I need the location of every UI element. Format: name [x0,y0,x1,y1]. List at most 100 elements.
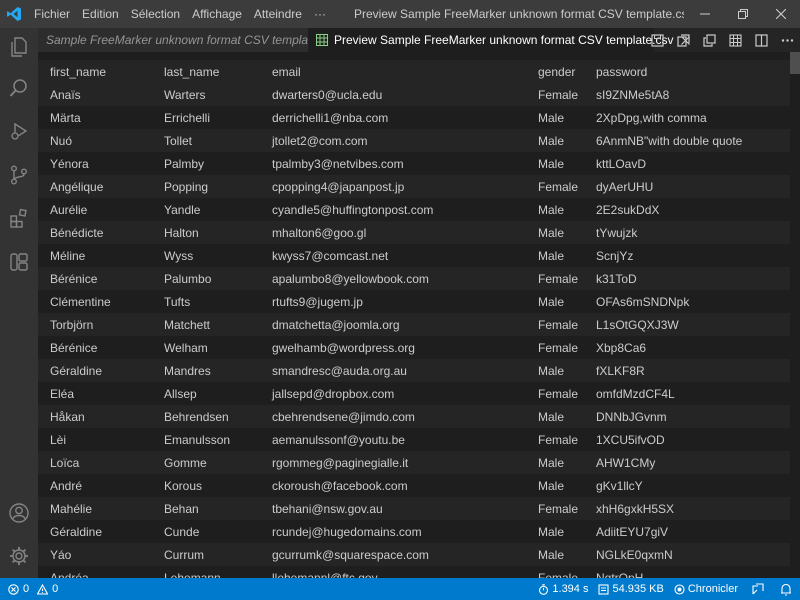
table-row[interactable]: Bérénice Palumbo apalumbo8@yellowbook.com F… [38,267,790,290]
explorer-button[interactable] [0,28,38,66]
stopwatch-icon [538,583,549,595]
cell-email: cpopping4@japanpost.jp [272,179,405,194]
restore-button[interactable] [724,0,762,28]
csv-preview: first_name last_name email gender passwo… [38,52,800,578]
cell-password: NqtrOpH [596,570,644,579]
minimize-button[interactable] [686,0,724,28]
cell-first-name: Yénora [50,156,89,171]
table-row[interactable]: Loïca Gomme rgommeg@paginegialle.it Male AHW… [38,451,790,474]
table-row[interactable]: Lèi Emanulsson aemanulssonf@youtu.be Female… [38,428,790,451]
filesize-value: 54.935 KB [612,583,664,595]
feedback-button[interactable] [743,578,772,600]
table-row[interactable]: Yáo Currum gcurrumk@squarespace.com Male NGL… [38,543,790,566]
table-row[interactable]: Clémentine Tufts rtufts9@jugem.jp Male OFAs6… [38,290,790,313]
column-header-last-name[interactable]: last_name [152,60,260,83]
table-row[interactable]: Géraldine Mandres smandresc@auda.org.au Mal… [38,359,790,382]
cell-last-name: Korous [164,478,203,493]
column-header-email[interactable]: email [260,60,526,83]
cell-email: tpalmby3@netvibes.com [272,156,404,171]
error-count: 0 [23,583,30,595]
table-row[interactable]: Bénédicte Halton mhalton6@goo.gl Male tYwujz… [38,221,790,244]
tab-preview-csv[interactable]: Preview Sample FreeMarker unknown format… [308,28,691,52]
menu-edition[interactable]: Edition [76,0,125,28]
run-debug-icon [11,122,28,140]
timing-indicator[interactable]: 1.394 s [533,578,593,600]
close-window-button[interactable] [762,0,800,28]
table-row[interactable]: Håkan Behrendsen cbehrendsene@jimdo.com Mal… [38,405,790,428]
source-control-button[interactable] [0,156,38,194]
notifications-button[interactable] [772,578,800,600]
remote-explorer-button[interactable] [0,243,38,281]
table-view-button[interactable] [722,28,748,52]
cell-email: rtufts9@jugem.jp [272,294,363,309]
table-row[interactable]: Anaïs Warters dwarters0@ucla.edu Female sI9Z… [38,83,790,106]
status-bar: 0 0 1.394 s 54.935 KB Chronicler [0,578,800,600]
cell-password: DNNbJGvnm [596,409,667,424]
table-row[interactable]: Méline Wyss kwyss7@comcast.net Male ScnjYz [38,244,790,267]
cell-password: tYwujzk [596,225,638,240]
more-actions-button[interactable] [774,28,800,52]
column-header-password[interactable]: password [584,60,790,83]
cell-gender: Female [538,501,579,516]
menu-fichier[interactable]: Fichier [28,0,76,28]
menu-more[interactable]: ··· [308,0,332,28]
table-row[interactable]: Géraldine Cunde rcundej@hugedomains.com Mal… [38,520,790,543]
problems-indicator[interactable]: 0 0 [0,583,58,595]
search-button[interactable] [0,69,38,107]
table-row[interactable]: Angélique Popping cpopping4@japanpost.jp Fe… [38,175,790,198]
cell-gender: Female [538,386,579,401]
csv-table: first_name last_name email gender passwo… [38,60,790,578]
vertical-scrollbar[interactable] [790,52,800,578]
column-header-first-name[interactable]: first_name [38,60,152,83]
editor-actions [644,28,800,52]
menu-selection[interactable]: Sélection [125,0,186,28]
split-editor-button[interactable] [748,28,774,52]
menu-affichage[interactable]: Affichage [186,0,248,28]
table-row[interactable]: Andréa Lehemann llehemannl@ftc.gov Female Nq… [38,566,790,578]
table-row[interactable]: Torbjörn Matchett dmatchetta@joomla.org Fem… [38,313,790,336]
save-action-button[interactable] [644,28,670,52]
cell-gender: Female [538,570,579,579]
record-icon [674,583,685,595]
cell-last-name: Behan [164,501,199,516]
manage-button[interactable] [0,537,38,575]
table-row[interactable]: Bérénice Welham gwelhamb@wordpress.org Fema… [38,336,790,359]
table-row[interactable]: Mahélie Behan tbehani@nsw.gov.au Female xhH6… [38,497,790,520]
cell-password: xhH6gxkH5SX [596,501,675,516]
filesize-indicator[interactable]: 54.935 KB [593,578,668,600]
open-changes-button[interactable] [670,28,696,52]
table-row[interactable]: Märta Errichelli derrichelli1@nba.com Male 2… [38,106,790,129]
window-controls [686,0,800,28]
table-row[interactable]: Nuó Tollet jtollet2@com.com Male 6AnmNB"with… [38,129,790,152]
run-debug-button[interactable] [0,112,38,150]
column-header-gender[interactable]: gender [526,60,584,83]
cell-password: 2E2sukDdX [596,202,660,217]
file-icon [598,583,610,595]
cell-email: rcundej@hugedomains.com [272,524,422,539]
cell-email: jallsepd@dropbox.com [272,386,395,401]
tab-template[interactable]: Sample FreeMarker unknown format CSV tem… [38,28,318,52]
table-row[interactable]: André Korous ckoroush@facebook.com Male gKv1… [38,474,790,497]
bell-icon [781,583,791,596]
cell-first-name: Clémentine [50,294,111,309]
copy-action-button[interactable] [696,28,722,52]
table-row[interactable]: Aurélie Yandle cyandle5@huffingtonpost.com… [38,198,790,221]
cell-first-name: Mahélie [50,501,93,516]
cell-last-name: Allsep [164,386,197,401]
account-icon [9,503,29,523]
cell-password: dyAerUHU [596,179,654,194]
table-row[interactable]: Eléa Allsep jallsepd@dropbox.com Female omfd… [38,382,790,405]
chronicler-button[interactable]: Chronicler [669,578,743,600]
menu-atteindre[interactable]: Atteindre [248,0,308,28]
cell-first-name: Géraldine [50,524,103,539]
scrollbar-thumb[interactable] [790,52,800,74]
cell-last-name: Emanulsson [164,432,231,447]
cell-email: aemanulssonf@youtu.be [272,432,405,447]
table-row[interactable]: Yénora Palmby tpalmby3@netvibes.com Male ktt… [38,152,790,175]
cell-gender: Male [538,455,565,470]
cell-gender: Female [538,317,579,332]
extensions-button[interactable] [0,199,38,237]
cell-password: 1XCU5ifvOD [596,432,665,447]
accounts-button[interactable] [0,494,38,532]
cell-first-name: Yáo [50,547,72,562]
